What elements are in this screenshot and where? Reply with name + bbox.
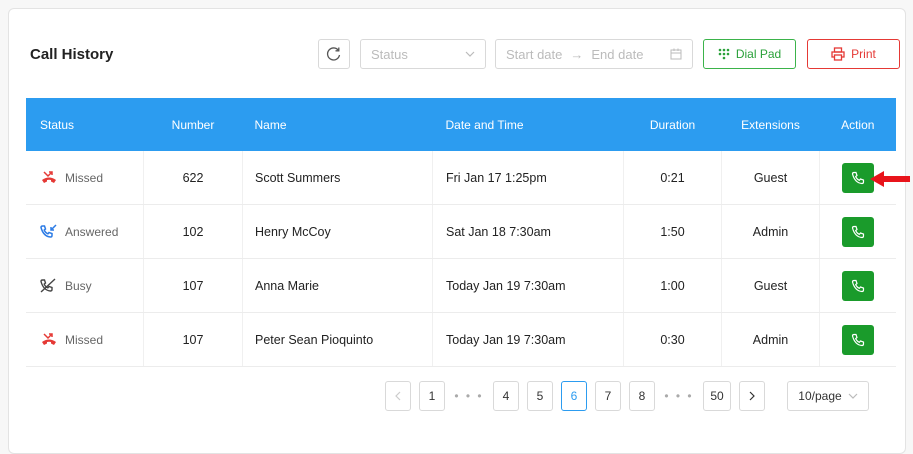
page-button-5[interactable]: 5 — [527, 381, 553, 411]
name-cell: Anna Marie — [242, 258, 433, 313]
chevron-left-icon — [395, 391, 401, 401]
annotation-arrow-icon — [870, 171, 910, 187]
phone-icon — [851, 333, 865, 346]
name-cell: Henry McCoy — [242, 204, 433, 259]
table-row[interactable]: Answered 102 Henry McCoy Sat Jan 18 7:30… — [26, 204, 896, 259]
refresh-button[interactable] — [318, 39, 350, 69]
table-row[interactable]: Missed 107 Peter Sean Pioquinto Today Ja… — [26, 312, 896, 367]
column-header-number[interactable]: Number — [143, 98, 243, 151]
page-button-8[interactable]: 8 — [629, 381, 655, 411]
duration-cell: 0:30 — [623, 312, 722, 367]
extension-cell: Admin — [721, 204, 820, 259]
column-header-duration[interactable]: Duration — [623, 98, 722, 151]
column-header-date-time[interactable]: Date and Time — [432, 98, 624, 151]
page-size-value: 10/page — [798, 389, 842, 403]
chevron-down-icon — [848, 393, 858, 399]
printer-icon — [831, 47, 845, 61]
pagination-ellipsis[interactable]: • • • — [663, 389, 695, 403]
missed-call-icon — [42, 170, 56, 183]
page-button-6[interactable]: 6 — [561, 381, 587, 411]
phone-icon — [851, 171, 865, 184]
column-header-status[interactable]: Status — [26, 98, 144, 151]
arrow-right-icon: → — [570, 46, 584, 62]
number-cell: 102 — [143, 204, 243, 259]
start-date-input[interactable]: Start date — [506, 47, 562, 62]
extension-cell: Admin — [721, 312, 820, 367]
column-header-name[interactable]: Name — [242, 98, 433, 151]
number-cell: 107 — [143, 312, 243, 367]
column-header-extensions[interactable]: Extensions — [721, 98, 820, 151]
status-cell: Missed — [40, 332, 143, 348]
date-time-cell: Today Jan 19 7:30am — [432, 312, 624, 367]
page-button-7[interactable]: 7 — [595, 381, 621, 411]
refresh-icon — [326, 47, 341, 61]
call-button[interactable] — [842, 324, 874, 355]
status-filter-select[interactable]: Status — [360, 39, 486, 69]
page-button-1[interactable]: 1 — [419, 381, 445, 411]
duration-cell: 0:21 — [623, 151, 722, 205]
status-label: Answered — [65, 224, 119, 239]
dial-pad-label: Dial Pad — [735, 47, 782, 61]
duration-cell: 1:50 — [623, 204, 722, 259]
end-date-input[interactable]: End date — [591, 47, 643, 62]
table-row[interactable]: Busy 107 Anna Marie Today Jan 19 7:30am … — [26, 258, 896, 313]
pagination-ellipsis[interactable]: • • • — [453, 389, 485, 403]
status-label: Missed — [65, 170, 104, 185]
table-row[interactable]: Missed 622 Scott Summers Fri Jan 17 1:25… — [26, 151, 896, 205]
number-cell: 622 — [143, 151, 243, 205]
print-button[interactable]: Print — [807, 39, 900, 69]
duration-cell: 1:00 — [623, 258, 722, 313]
extension-cell: Guest — [721, 151, 820, 205]
status-label: Missed — [65, 332, 104, 347]
call-history-table: Status Number Name Date and Time Duratio… — [26, 98, 896, 367]
status-label: Busy — [65, 278, 92, 293]
name-cell: Scott Summers — [242, 151, 433, 205]
date-range-picker[interactable]: Start date → End date — [495, 39, 693, 69]
status-cell: Answered — [40, 223, 143, 240]
phone-icon — [851, 279, 865, 292]
print-label: Print — [851, 47, 876, 61]
date-time-cell: Fri Jan 17 1:25pm — [432, 151, 624, 205]
calendar-icon — [670, 48, 682, 60]
phone-icon — [851, 225, 865, 238]
status-filter-placeholder: Status — [371, 46, 408, 62]
dial-pad-button[interactable]: Dial Pad — [703, 39, 796, 69]
chevron-down-icon — [465, 51, 475, 57]
pagination: 1 • • • 4 5 6 7 8 • • • 50 10/page — [385, 381, 869, 411]
chevron-right-icon — [749, 391, 755, 401]
page-button-4[interactable]: 4 — [493, 381, 519, 411]
next-page-button[interactable] — [739, 381, 765, 411]
name-cell: Peter Sean Pioquinto — [242, 312, 433, 367]
table-header-row: Status Number Name Date and Time Duratio… — [26, 98, 896, 151]
page-size-select[interactable]: 10/page — [787, 381, 869, 411]
busy-call-icon — [40, 277, 56, 293]
status-cell: Missed — [40, 170, 143, 186]
number-cell: 107 — [143, 258, 243, 313]
incoming-call-icon — [40, 223, 57, 238]
page-button-50[interactable]: 50 — [703, 381, 731, 411]
status-cell: Busy — [40, 277, 143, 294]
call-button[interactable] — [842, 216, 874, 247]
date-time-cell: Sat Jan 18 7:30am — [432, 204, 624, 259]
dialpad-icon — [718, 48, 730, 60]
date-time-cell: Today Jan 19 7:30am — [432, 258, 624, 313]
call-button[interactable] — [842, 270, 874, 301]
column-header-action: Action — [819, 98, 896, 151]
page-title: Call History — [30, 46, 114, 63]
extension-cell: Guest — [721, 258, 820, 313]
previous-page-button[interactable] — [385, 381, 411, 411]
missed-call-icon — [42, 332, 56, 345]
